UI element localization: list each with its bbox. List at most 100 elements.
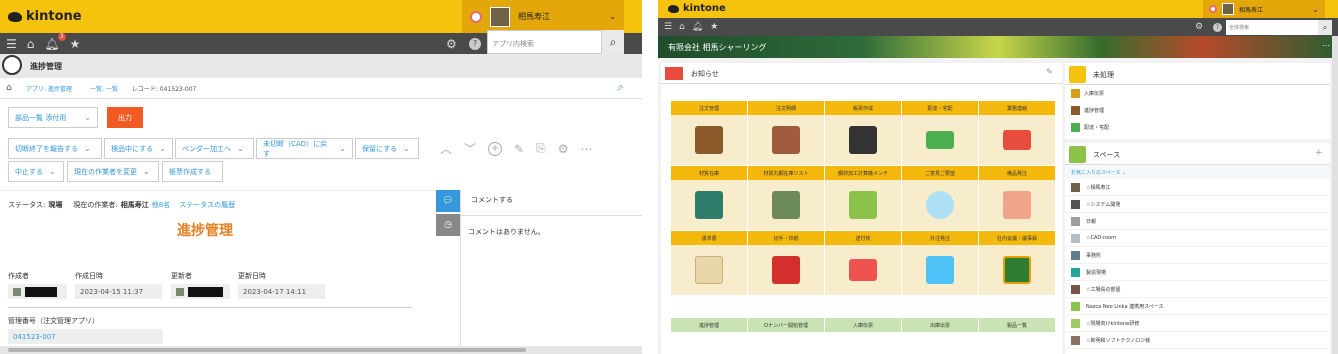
menu-icon[interactable]: ☰: [6, 37, 17, 51]
global-search-input[interactable]: 全体検索: [1226, 20, 1318, 35]
chevron-down-icon[interactable]: ⌄: [609, 12, 616, 21]
tile-business-notice[interactable]: 業務連絡: [979, 101, 1055, 165]
chevron-up-icon[interactable]: ︿: [440, 140, 452, 157]
app-icon: [1071, 106, 1080, 115]
vertical-scrollbar[interactable]: [1332, 36, 1338, 354]
tile-order-mgmt[interactable]: 注文管理: [671, 101, 747, 165]
notification-icon[interactable]: 🔔︎ 3: [44, 32, 66, 51]
tile-invoice[interactable]: 請求書: [671, 231, 747, 295]
view-select[interactable]: 部品一覧 添付用 ⌄: [8, 107, 98, 128]
tile-product-list[interactable]: 製品一覧: [979, 318, 1055, 332]
tile-material-stock[interactable]: 材質在庫: [671, 166, 747, 230]
tile-shipping-slip[interactable]: 出庫伝票: [902, 318, 978, 332]
space-item[interactable]: ☆相馬寿江: [1065, 179, 1330, 196]
tile-round-steel-list[interactable]: 材質丸鋼在庫リスト: [748, 166, 824, 230]
pin-icon[interactable]: 📌︎: [616, 85, 624, 92]
todo-title: 未処理: [1093, 71, 1114, 79]
history-tab-icon[interactable]: ◷: [436, 214, 460, 236]
scrollbar-thumb[interactable]: [8, 348, 526, 352]
user-menu[interactable]: 相馬寿江 ⌄: [1203, 0, 1325, 18]
tile-stamps[interactable]: 切手・印紙: [748, 231, 824, 295]
search-icon[interactable]: ⌕: [602, 30, 624, 54]
action-report-cut-done[interactable]: 切断終了を報告する ⌄: [8, 138, 102, 159]
tile-delivery[interactable]: 配達・宅配: [902, 101, 978, 165]
chevron-down-icon[interactable]: ﹀: [464, 140, 476, 157]
action-change-assignee[interactable]: 現在の作業者を変更 ⌄: [67, 161, 159, 182]
space-item[interactable]: ☆CAD-room: [1065, 230, 1330, 247]
add-space-icon[interactable]: +: [1315, 148, 1323, 158]
kintone-logo[interactable]: kintone: [8, 9, 82, 24]
space-item[interactable]: 日報: [1065, 213, 1330, 230]
menu-icon[interactable]: ☰: [664, 22, 672, 32]
gear-icon[interactable]: ⚙: [558, 142, 569, 156]
divider: [8, 307, 412, 308]
more-icon[interactable]: ⋯: [580, 142, 592, 156]
tile-calculator-maint[interactable]: 鋼材加工計算機メンテ: [825, 166, 901, 230]
notification-icon[interactable]: 🔔︎: [692, 22, 703, 32]
breadcrumb-app[interactable]: アプリ: 進捗管理: [26, 84, 72, 93]
gear-icon[interactable]: ⚙: [446, 37, 457, 51]
tile-receiving-slip[interactable]: 入庫伝票: [825, 318, 901, 332]
todo-item-receiving[interactable]: 入庫伝票: [1065, 85, 1330, 102]
action-cancel[interactable]: 中止する ⌄: [8, 161, 64, 182]
edit-icon[interactable]: ✎: [514, 142, 524, 156]
more-icon[interactable]: ⋯: [1322, 41, 1330, 50]
space-item[interactable]: ☆システム開発: [1065, 196, 1330, 213]
output-button[interactable]: 出力: [107, 107, 143, 128]
tile-supplies-order[interactable]: 備品発注: [979, 166, 1055, 230]
no-comments-text: コメントはありません。: [468, 228, 545, 236]
notification-bell-icon[interactable]: [470, 10, 482, 23]
space-icon: [1071, 216, 1080, 226]
action-hold[interactable]: 保留にする ⌄: [355, 138, 419, 159]
space-item[interactable]: ☆現場向けkintone研修: [1065, 315, 1330, 332]
app-search-input[interactable]: アプリ内検索: [487, 30, 602, 54]
tile-cover-letter[interactable]: 送付状: [825, 231, 901, 295]
space-item[interactable]: 事務所: [1065, 247, 1330, 264]
home-icon[interactable]: ⌂: [0, 83, 18, 93]
status-history-link[interactable]: ステータスの履歴: [179, 200, 235, 210]
help-icon[interactable]: ?: [469, 37, 481, 50]
favorite-spaces-filter[interactable]: お気に入りのスペース ⌄: [1065, 165, 1330, 179]
copy-icon[interactable]: ⎘: [536, 141, 546, 156]
tile-feedback[interactable]: ご意見ご要望: [902, 166, 978, 230]
edit-icon[interactable]: ✎: [1046, 67, 1053, 76]
space-item[interactable]: ☆新明和ソフトテクノロジ様: [1065, 332, 1330, 349]
person-icon: [695, 191, 723, 219]
favorite-star-icon[interactable]: ★: [70, 37, 81, 51]
tile-form-create[interactable]: 帳票作成: [825, 101, 901, 165]
tile-o-number[interactable]: Oナンバー開始管理: [748, 318, 824, 332]
tile-meeting-minutes[interactable]: 社内会議・議事録: [979, 231, 1055, 295]
favorite-star-icon[interactable]: ★: [710, 22, 718, 32]
todo-item-progress[interactable]: 進捗管理: [1065, 102, 1330, 119]
space-item[interactable]: 製造現場: [1065, 264, 1330, 281]
tile-progress-mgmt[interactable]: 進捗管理: [671, 318, 747, 332]
worker-more-link[interactable]: 他8名: [152, 200, 170, 210]
right-window: kintone 相馬寿江 ⌄ ☰ ⌂ 🔔︎ ★ ⚙ ? 全体検索 ⌕ 有限会社 …: [658, 0, 1338, 354]
add-record-icon[interactable]: +: [488, 141, 503, 156]
tile-outsource-order[interactable]: 外注発注: [902, 231, 978, 295]
action-inspecting[interactable]: 検品中にする ⌄: [104, 138, 173, 159]
gear-icon[interactable]: ⚙: [1195, 22, 1203, 32]
breadcrumb-list[interactable]: 一覧: 一覧: [90, 84, 118, 93]
home-icon[interactable]: ⌂: [27, 37, 35, 51]
action-back-to-uncut[interactable]: 未切断（CAD）に戻す ⌄: [256, 138, 353, 159]
receipt-icon: [695, 256, 723, 284]
space-item[interactable]: Nazca Neo Linka 連携用スペース: [1065, 298, 1330, 315]
help-icon[interactable]: ?: [1213, 22, 1222, 32]
action-vendor[interactable]: ベンダー加工へ ⌄: [175, 138, 254, 159]
action-create-form[interactable]: 帳票作成する: [162, 161, 223, 182]
user-menu[interactable]: 相馬寿江 ⌄: [462, 0, 624, 33]
horizontal-scrollbar[interactable]: [0, 346, 642, 354]
comment-tab-icon[interactable]: 💬︎: [436, 190, 460, 212]
home-icon[interactable]: ⌂: [679, 22, 685, 32]
comment-input[interactable]: コメントする: [461, 190, 642, 216]
kintone-logo[interactable]: kintone: [668, 3, 726, 14]
chevron-down-icon[interactable]: ⌄: [1312, 5, 1319, 14]
search-icon[interactable]: ⌕: [1318, 20, 1332, 35]
mgmt-number-link[interactable]: 041523-007: [8, 329, 163, 344]
tile-order-detail[interactable]: 注文明細: [748, 101, 824, 165]
todo-item-delivery[interactable]: 配達・宅配: [1065, 119, 1330, 136]
space-item[interactable]: ☆工場長の部屋: [1065, 281, 1330, 298]
notification-bell-icon[interactable]: [1209, 5, 1217, 13]
record-toolbar: ︿ ﹀ + ✎ ⎘ ⚙ ⋯: [440, 140, 592, 157]
